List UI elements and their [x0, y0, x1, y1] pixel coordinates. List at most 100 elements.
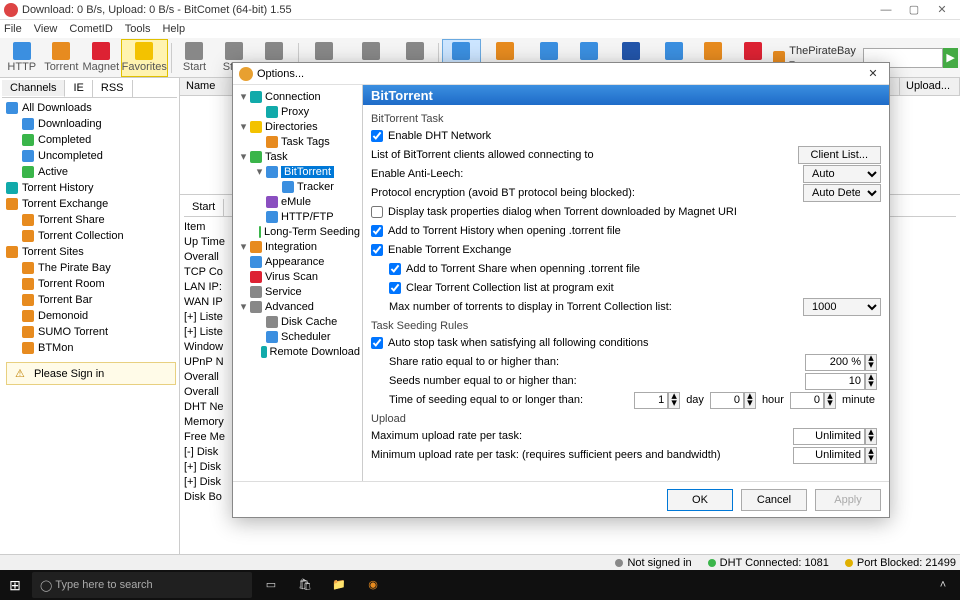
apply-button[interactable]: Apply: [815, 489, 881, 511]
cb-enable-exchange[interactable]: [371, 244, 383, 256]
time-min-input[interactable]: [790, 392, 824, 409]
cb-magnet-dialog[interactable]: [371, 206, 383, 218]
sidebar-tab-ie[interactable]: IE: [65, 80, 92, 97]
menu-cometid[interactable]: CometID: [69, 23, 112, 35]
bitcomet-taskbar-icon[interactable]: ◉: [356, 570, 390, 600]
nav-appearance[interactable]: Appearance: [235, 254, 360, 269]
sidebar-item-torrent-sites[interactable]: Torrent Sites: [4, 244, 175, 260]
nav-proxy[interactable]: Proxy: [235, 104, 360, 119]
sidebar-tab-rss[interactable]: RSS: [93, 80, 133, 97]
nav-disk-cache[interactable]: Disk Cache: [235, 314, 360, 329]
nav-tracker[interactable]: Tracker: [235, 179, 360, 194]
sidebar-item-torrent-exchange[interactable]: Torrent Exchange: [4, 196, 175, 212]
time-day-spinner[interactable]: ▴▾: [668, 392, 680, 409]
seeds-spinner[interactable]: ▴▾: [865, 373, 877, 390]
sidebar-item-torrent-history[interactable]: Torrent History: [4, 180, 175, 196]
folder-icon: [6, 198, 18, 210]
dialog-buttons: OK Cancel Apply: [233, 481, 889, 517]
sidebar-item-uncompleted[interactable]: Uncompleted: [4, 148, 175, 164]
sidebar-item-downloading[interactable]: Downloading: [4, 116, 175, 132]
menu-view[interactable]: View: [34, 23, 58, 35]
sidebar-item-demonoid[interactable]: Demonoid: [4, 308, 175, 324]
taskview-icon[interactable]: ▭: [254, 570, 288, 600]
sidebar-item-btmon[interactable]: BTMon: [4, 340, 175, 356]
menu-file[interactable]: File: [4, 23, 22, 35]
sidebar-item-torrent-collection[interactable]: Torrent Collection: [4, 228, 175, 244]
nav-connection[interactable]: ▾Connection: [235, 89, 360, 104]
minup-input[interactable]: [793, 447, 865, 464]
ok-button[interactable]: OK: [667, 489, 733, 511]
sidebar-tab-channels[interactable]: Channels: [2, 80, 65, 97]
unit-day: day: [686, 394, 704, 406]
encryption-select[interactable]: Auto Detect: [803, 184, 881, 202]
antileech-select[interactable]: Auto: [803, 165, 881, 183]
nav-icon: [250, 91, 262, 103]
nav-virus-scan[interactable]: Virus Scan: [235, 269, 360, 284]
cb-enable-dht[interactable]: [371, 130, 383, 142]
menu-tools[interactable]: Tools: [125, 23, 151, 35]
cb-clear-collection[interactable]: [389, 282, 401, 294]
nav-emule[interactable]: eMule: [235, 194, 360, 209]
taskbar-search[interactable]: ◯ Type here to search: [32, 572, 252, 598]
nav-task-tags[interactable]: Task Tags: [235, 134, 360, 149]
nav-directories[interactable]: ▾Directories: [235, 119, 360, 134]
client-list-button[interactable]: Client List...: [798, 146, 881, 164]
nav-icon: [266, 136, 278, 148]
toolbar-http[interactable]: HTTP: [2, 39, 42, 77]
maxnum-select[interactable]: 1000: [803, 298, 881, 316]
folder-icon: [22, 150, 34, 162]
explorer-icon[interactable]: 📁: [322, 570, 356, 600]
time-day-input[interactable]: [634, 392, 668, 409]
sidebar-item-torrent-bar[interactable]: Torrent Bar: [4, 292, 175, 308]
sidebar-item-sumo-torrent[interactable]: SUMO Torrent: [4, 324, 175, 340]
sidebar-item-completed[interactable]: Completed: [4, 132, 175, 148]
cb-add-share[interactable]: [389, 263, 401, 275]
nav-scheduler[interactable]: Scheduler: [235, 329, 360, 344]
nav-long-term-seeding[interactable]: Long-Term Seeding: [235, 224, 360, 239]
cb-add-history[interactable]: [371, 225, 383, 237]
nav-icon: [250, 151, 262, 163]
sidebar-item-torrent-share[interactable]: Torrent Share: [4, 212, 175, 228]
tray-chevron-icon[interactable]: ˄: [926, 570, 960, 600]
nav-task[interactable]: ▾Task: [235, 149, 360, 164]
nav-integration[interactable]: ▾Integration: [235, 239, 360, 254]
folder-icon: [22, 342, 34, 354]
detail-tab-start[interactable]: Start: [184, 199, 224, 216]
nav-advanced[interactable]: ▾Advanced: [235, 299, 360, 314]
nav-icon: [266, 196, 278, 208]
sidebar-item-the-pirate-bay[interactable]: The Pirate Bay: [4, 260, 175, 276]
time-min-spinner[interactable]: ▴▾: [824, 392, 836, 409]
ratio-spinner[interactable]: ▴▾: [865, 354, 877, 371]
ratio-input[interactable]: [805, 354, 865, 371]
favorites-icon: [135, 42, 153, 60]
close-button[interactable]: ✕: [928, 1, 956, 19]
toolbar-go-button[interactable]: ▶: [943, 48, 958, 68]
nav-service[interactable]: Service: [235, 284, 360, 299]
toolbar-favorites[interactable]: Favorites: [121, 39, 168, 77]
nav-bittorrent[interactable]: ▾BitTorrent: [235, 164, 360, 179]
menu-help[interactable]: Help: [162, 23, 185, 35]
toolbar-torrent[interactable]: Torrent: [42, 39, 82, 77]
sidebar-item-all-downloads[interactable]: All Downloads: [4, 100, 175, 116]
maximize-button[interactable]: ▢: [900, 1, 928, 19]
nav-http-ftp[interactable]: HTTP/FTP: [235, 209, 360, 224]
sidebar-item-torrent-room[interactable]: Torrent Room: [4, 276, 175, 292]
time-hour-input[interactable]: [710, 392, 744, 409]
nav-remote-download[interactable]: Remote Download: [235, 344, 360, 359]
toolbar-start[interactable]: Start: [175, 39, 215, 77]
signin-banner[interactable]: ⚠ Please Sign in: [6, 362, 176, 385]
col-upload[interactable]: Upload...: [900, 78, 960, 95]
maxup-input[interactable]: [793, 428, 865, 445]
minimize-button[interactable]: —: [872, 1, 900, 19]
cancel-button[interactable]: Cancel: [741, 489, 807, 511]
start-button[interactable]: ⊞: [0, 570, 30, 600]
dialog-close-button[interactable]: ✕: [863, 67, 883, 80]
minup-spinner[interactable]: ▴▾: [865, 447, 877, 464]
store-icon[interactable]: 🛍: [288, 570, 322, 600]
sidebar-item-active[interactable]: Active: [4, 164, 175, 180]
toolbar-magnet[interactable]: Magnet: [81, 39, 121, 77]
time-hour-spinner[interactable]: ▴▾: [744, 392, 756, 409]
cb-autostop[interactable]: [371, 337, 383, 349]
seeds-input[interactable]: [805, 373, 865, 390]
maxup-spinner[interactable]: ▴▾: [865, 428, 877, 445]
